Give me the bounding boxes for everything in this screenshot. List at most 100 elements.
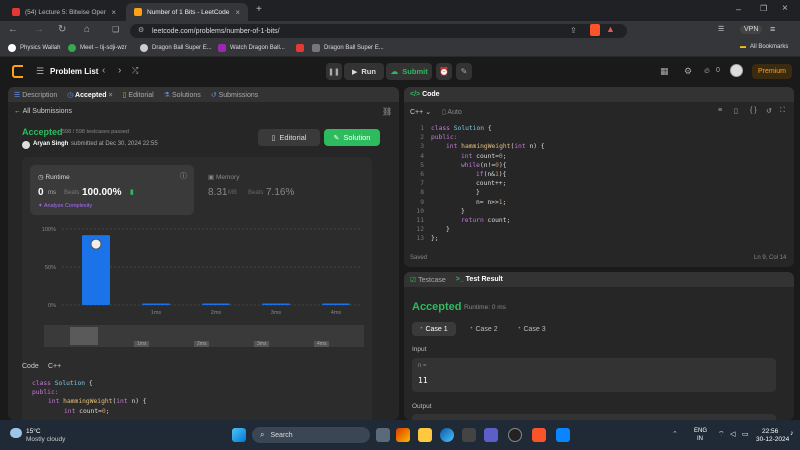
prev-problem-icon[interactable]: ‹ xyxy=(102,65,105,76)
next-problem-icon[interactable]: › xyxy=(118,65,121,76)
debug-button[interactable]: ❚❚ xyxy=(326,63,342,80)
notes-button[interactable]: ✎ xyxy=(456,63,472,80)
close-icon[interactable]: × xyxy=(235,8,240,17)
browser-tab-youtube[interactable]: (54) Lecture 5: Bitwise Operators, F... … xyxy=(4,3,124,21)
case-2-button[interactable]: • Case 2 xyxy=(462,322,506,336)
edge-icon[interactable] xyxy=(440,428,454,442)
brave-shield-icon[interactable] xyxy=(590,24,600,36)
brave-rewards-icon[interactable]: ▲ xyxy=(606,24,615,34)
url-input[interactable]: ⚙ leetcode.com/problems/number-of-1-bits… xyxy=(130,24,627,38)
bookmark-dragon-ball-2[interactable]: Dragon Ball Super E... xyxy=(312,44,384,52)
copilot-icon[interactable] xyxy=(396,428,410,442)
bookmark-watch-dragon-ball[interactable]: Watch Dragon Ball... xyxy=(218,44,285,52)
tab-solutions[interactable]: ⚗ Solutions xyxy=(164,91,201,99)
alarm-button[interactable]: ⏰ xyxy=(436,63,452,80)
settings-icon[interactable]: ⚙ xyxy=(684,66,692,77)
format-icon[interactable]: ≡ xyxy=(718,107,722,114)
run-button[interactable]: ▶ Run xyxy=(344,63,384,80)
clock-time[interactable]: 22:56 xyxy=(762,428,778,435)
all-bookmarks[interactable]: ▬ All Bookmarks xyxy=(740,44,788,50)
scrubber-handle[interactable] xyxy=(70,327,98,345)
streak-icon[interactable]: 🔥︎ xyxy=(704,66,710,76)
tray-chevron-icon[interactable]: ⌃ xyxy=(672,430,678,438)
share-icon[interactable]: ⇪ xyxy=(570,26,577,35)
tab-testcase[interactable]: ☑ Testcase xyxy=(410,276,446,284)
restore-icon[interactable]: ❐ xyxy=(760,4,767,13)
tab-editorial[interactable]: ▯ Editorial xyxy=(123,91,154,99)
reload-icon[interactable]: ↻ xyxy=(58,24,66,35)
teams-icon[interactable] xyxy=(484,428,498,442)
store-icon[interactable] xyxy=(462,428,476,442)
bookmark-page-icon[interactable]: ❏ xyxy=(112,25,119,34)
home-icon[interactable]: ⌂ xyxy=(84,24,90,35)
back-icon[interactable]: ← xyxy=(8,24,18,35)
solution-button[interactable]: ✎ Solution xyxy=(324,129,380,146)
list-icon[interactable]: ☰ xyxy=(36,66,44,77)
bar[interactable] xyxy=(262,303,290,305)
close-icon[interactable]: × xyxy=(109,92,113,99)
bookmark-code-icon[interactable]: ▯ xyxy=(734,107,738,115)
reset-icon[interactable]: ↺ xyxy=(766,107,772,115)
vscode-icon[interactable] xyxy=(556,428,570,442)
memory-card[interactable]: ▣ Memory 8.31 MB Beats 7.16% xyxy=(208,165,368,215)
minimize-icon[interactable]: – xyxy=(736,4,741,14)
start-icon[interactable] xyxy=(232,428,246,442)
menu-icon[interactable]: ≡ xyxy=(770,24,775,34)
taskbar-search[interactable]: ⌕ Search xyxy=(252,427,370,443)
y-tick-label: 0% xyxy=(48,303,56,309)
close-icon[interactable]: × xyxy=(111,8,116,17)
extensions-icon[interactable]: ☰ xyxy=(718,25,724,33)
shuffle-icon[interactable]: ⤮ xyxy=(132,66,138,76)
info-icon[interactable]: ⓘ xyxy=(180,171,187,181)
volume-icon[interactable]: ◁ xyxy=(730,430,735,438)
layout-icon[interactable]: ▦ xyxy=(660,66,669,77)
close-window-icon[interactable]: × xyxy=(782,3,788,14)
notifications-icon[interactable]: ♪ xyxy=(790,430,794,437)
fullscreen-icon[interactable]: ⛶ xyxy=(780,107,785,115)
bar[interactable] xyxy=(322,303,350,305)
bar[interactable] xyxy=(202,303,230,305)
avatar[interactable] xyxy=(730,64,743,77)
bookmark-youtube[interactable] xyxy=(296,44,304,52)
tab-submissions[interactable]: ↺ Submissions xyxy=(211,91,259,99)
premium-button[interactable]: Premium xyxy=(752,64,792,79)
braces-icon[interactable]: { } xyxy=(750,107,757,114)
weather-icon[interactable] xyxy=(10,428,22,438)
problem-list-link[interactable]: Problem List xyxy=(50,67,98,76)
runtime-card[interactable]: ◷ Runtime ⓘ 0 ms Beats 100.00% ▮ ✦ Analy… xyxy=(30,165,194,215)
new-tab-button[interactable]: + xyxy=(256,4,262,15)
tab-description[interactable]: ☰ Description xyxy=(14,91,57,99)
case-1-button[interactable]: • Case 1 xyxy=(412,322,456,336)
file-explorer-icon[interactable] xyxy=(418,428,432,442)
code-editor-text[interactable]: class Solution { public: int hammingWeig… xyxy=(431,124,781,244)
bookmark-dragon-ball-1[interactable]: Dragon Ball Super E... xyxy=(140,44,212,52)
dell-icon[interactable] xyxy=(508,428,522,442)
leetcode-logo[interactable] xyxy=(12,65,23,78)
bar[interactable] xyxy=(142,303,170,305)
bookmark-meet[interactable]: Meet – tij-sdji-wzr xyxy=(68,44,127,52)
link-icon[interactable]: ⛓ xyxy=(382,107,392,116)
chart-scrubber[interactable]: 1ms 2ms 3ms 4ms xyxy=(44,325,364,347)
editorial-button[interactable]: ▯ Editorial xyxy=(258,129,320,146)
tab-test-result[interactable]: >_ Test Result xyxy=(456,276,503,283)
bookmark-physics-wallah[interactable]: Physics Wallah xyxy=(8,44,60,52)
language-select[interactable]: C++ ⌄ xyxy=(410,108,431,116)
vpn-button[interactable]: VPN xyxy=(740,25,763,34)
battery-icon[interactable]: ▭ xyxy=(742,430,749,438)
all-submissions-link[interactable]: ← All Submissions xyxy=(14,108,72,115)
auto-toggle[interactable]: ▯ Auto xyxy=(442,108,462,116)
analyze-complexity-link[interactable]: ✦ Analyze Complexity xyxy=(38,203,92,209)
brave-icon[interactable] xyxy=(532,428,546,442)
user-avatar[interactable] xyxy=(22,141,30,149)
forward-icon[interactable]: → xyxy=(34,24,44,35)
input-language[interactable]: ENG xyxy=(694,428,707,434)
site-info-icon[interactable]: ⚙ xyxy=(138,26,144,34)
username[interactable]: Aryan Singh xyxy=(33,141,68,147)
submit-button[interactable]: ☁ Submit xyxy=(386,63,432,80)
task-view-icon[interactable] xyxy=(376,428,390,442)
tab-accepted[interactable]: ◷ Accepted × xyxy=(67,91,112,99)
wifi-icon[interactable]: ⌔ xyxy=(718,430,725,439)
x-tick-label: 2ms xyxy=(211,310,222,316)
case-3-button[interactable]: • Case 3 xyxy=(510,322,554,336)
browser-tab-leetcode[interactable]: Number of 1 Bits - LeetCode × xyxy=(126,3,248,21)
